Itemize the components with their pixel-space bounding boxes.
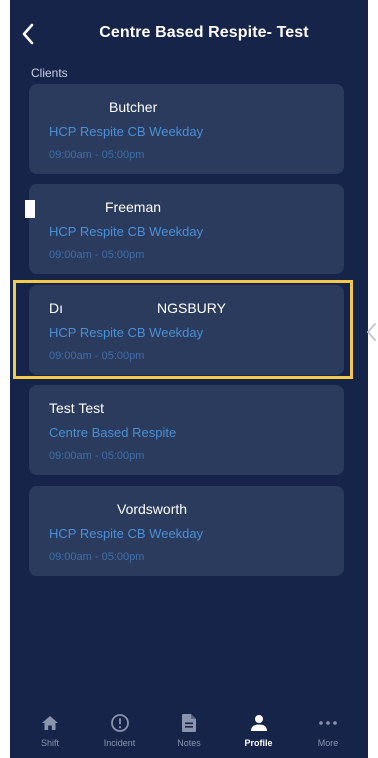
client-card-freeman[interactable]: Freeman HCP Respite CB Weekday 09:00am -… <box>25 184 344 274</box>
more-icon <box>317 712 339 734</box>
client-name: Vordsworth <box>117 501 188 517</box>
tab-incident[interactable]: Incident <box>88 706 152 758</box>
notes-icon <box>178 712 200 734</box>
tab-shift[interactable]: Shift <box>18 706 82 758</box>
tab-more[interactable]: More <box>296 706 360 758</box>
client-program: HCP Respite CB Weekday <box>49 526 204 541</box>
client-card-test-test[interactable]: Test Test Centre Based Respite 09:00am -… <box>29 385 344 475</box>
client-name: Freeman <box>105 199 162 215</box>
client-name: Test Test <box>49 400 104 416</box>
client-time: 09:00am - 05:00pm <box>49 249 145 261</box>
client-card-kingsbury[interactable]: Dı NGSBURY HCP Respite CB Weekday 09:00a… <box>29 285 344 375</box>
client-time: 09:00am - 05:00pm <box>49 450 145 462</box>
tab-notes[interactable]: Notes <box>157 706 221 758</box>
client-program: HCP Respite CB Weekday <box>49 325 204 340</box>
tab-label: Incident <box>103 738 136 748</box>
tab-label: Notes <box>177 738 201 748</box>
chevron-left-icon[interactable] <box>365 320 378 344</box>
page-title: Centre Based Respite- Test <box>99 24 309 41</box>
client-card-wordsworth[interactable]: Vordsworth HCP Respite CB Weekday 09:00a… <box>29 486 344 576</box>
client-card-butcher[interactable]: Butcher HCP Respite CB Weekday 09:00am -… <box>29 84 344 174</box>
back-button[interactable] <box>14 20 42 48</box>
tab-label: Profile <box>244 738 273 748</box>
header: Centre Based Respite- Test <box>10 0 368 62</box>
app-screen: Centre Based Respite- Test Clients Butch… <box>10 0 368 758</box>
client-name: NGSBURY <box>157 300 226 316</box>
bottom-tab-bar: Shift Incident Notes Profile More <box>10 706 368 758</box>
tab-label: More <box>317 738 339 748</box>
client-time: 09:00am - 05:00pm <box>49 149 145 161</box>
client-time: 09:00am - 05:00pm <box>49 551 145 563</box>
client-time: 09:00am - 05:00pm <box>49 350 145 362</box>
client-program: HCP Respite CB Weekday <box>49 124 204 139</box>
redaction-mark <box>25 200 35 218</box>
client-name-prefix: Dı <box>49 300 63 316</box>
profile-icon <box>248 712 270 734</box>
home-icon <box>39 712 61 734</box>
client-name: Butcher <box>109 99 158 115</box>
section-label-clients: Clients <box>31 66 68 80</box>
chevron-left-icon <box>22 23 34 45</box>
tab-profile[interactable]: Profile <box>227 706 291 758</box>
alert-circle-icon <box>109 712 131 734</box>
tab-label: Shift <box>40 738 59 748</box>
client-program: HCP Respite CB Weekday <box>49 224 204 239</box>
client-program: Centre Based Respite <box>49 425 177 440</box>
